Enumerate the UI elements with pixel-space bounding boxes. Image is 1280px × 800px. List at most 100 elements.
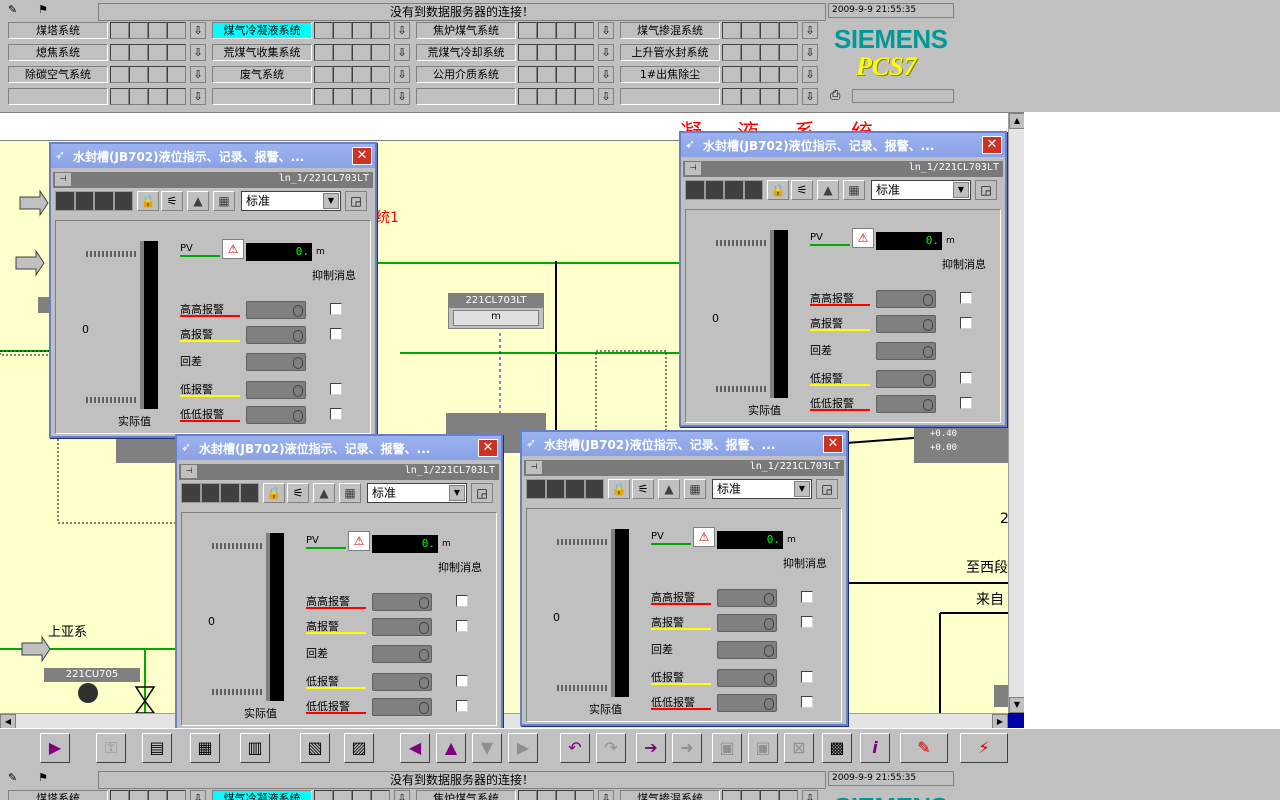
- area-button[interactable]: 煤塔系统 ⇩: [8, 22, 212, 39]
- faceplate-titlebar[interactable]: ➶ 水封槽(JB702)液位指示、记录、报警、... ✕: [522, 432, 846, 456]
- login-icon[interactable]: ✎: [8, 771, 30, 789]
- forward-icon[interactable]: ➜: [672, 733, 702, 763]
- area-button[interactable]: 煤气掺混系统 ⇩: [620, 22, 824, 39]
- acknowledge-icon[interactable]: ▲: [313, 483, 335, 503]
- area-label[interactable]: 煤塔系统: [8, 790, 108, 800]
- key-icon[interactable]: ⚿: [96, 733, 126, 763]
- tag-221CU705[interactable]: 221CU705: [44, 668, 140, 682]
- area-label[interactable]: 煤气掺混系统: [620, 22, 720, 39]
- scroll-up-button[interactable]: ▲: [1009, 113, 1024, 129]
- pin-icon[interactable]: ⊣: [55, 173, 71, 186]
- limit-value-field[interactable]: [372, 698, 432, 716]
- info-icon[interactable]: i: [860, 733, 890, 763]
- limit-value-field[interactable]: [717, 641, 777, 659]
- window-1-icon[interactable]: ▣: [712, 733, 742, 763]
- faceplate-titlebar[interactable]: ➶ 水封槽(JB702)液位指示、记录、报警、... ✕: [681, 133, 1005, 157]
- chevron-down-icon[interactable]: ▼: [449, 485, 465, 501]
- area-down-arrow-icon[interactable]: ⇩: [802, 22, 818, 39]
- window-resize-icon[interactable]: ◲: [345, 191, 367, 211]
- limit-value-field[interactable]: [717, 694, 777, 712]
- area-down-arrow-icon[interactable]: ⇩: [394, 790, 410, 800]
- limit-suppress-checkbox[interactable]: [960, 292, 972, 304]
- area-label[interactable]: 煤塔系统: [8, 22, 108, 39]
- area-down-arrow-icon[interactable]: ⇩: [394, 88, 410, 105]
- limit-value-field[interactable]: [372, 645, 432, 663]
- area-button[interactable]: 荒煤气冷却系统 ⇩: [416, 44, 620, 61]
- window-resize-icon[interactable]: ◲: [975, 180, 997, 200]
- faceplate-window[interactable]: ➶ 水封槽(JB702)液位指示、记录、报警、... ✕ ⊣ ln_1/221CL703…: [679, 131, 1007, 427]
- pin-icon[interactable]: ⊣: [181, 465, 197, 478]
- mute-icon[interactable]: ▦: [684, 479, 706, 499]
- area-button[interactable]: 焦炉煤气系统 ⇩: [416, 790, 620, 800]
- limit-value-field[interactable]: [246, 353, 306, 371]
- acknowledge-icon[interactable]: ✎: [900, 733, 948, 763]
- faceplate-window[interactable]: ➶ 水封槽(JB702)液位指示、记录、报警、... ✕ ⊣ ln_1/221CL703…: [175, 434, 503, 730]
- arrow-down-icon[interactable]: ▼: [472, 733, 502, 763]
- area-down-arrow-icon[interactable]: ⇩: [598, 22, 614, 39]
- alarm-icon[interactable]: ⚡: [960, 733, 1008, 763]
- limit-suppress-checkbox[interactable]: [801, 671, 813, 683]
- limit-value-field[interactable]: [876, 342, 936, 360]
- store-picture-icon[interactable]: ▧: [300, 733, 330, 763]
- area-button[interactable]: 煤气掺混系统 ⇩: [620, 790, 824, 800]
- arrow-up-icon[interactable]: ▲: [436, 733, 466, 763]
- view-mode-select[interactable]: 标准 ▼: [712, 479, 812, 499]
- area-label[interactable]: 1#出焦除尘: [620, 66, 720, 83]
- acknowledge-icon[interactable]: ▲: [817, 180, 839, 200]
- play-icon[interactable]: ▶: [40, 733, 70, 763]
- area-label[interactable]: 焦炉煤气系统: [416, 790, 516, 800]
- area-button[interactable]: 焦炉煤气系统 ⇩: [416, 22, 620, 39]
- arrow-left-icon[interactable]: ◀: [400, 733, 430, 763]
- area-label[interactable]: 荒煤气冷却系统: [416, 44, 516, 61]
- faceplate-titlebar[interactable]: ➶ 水封槽(JB702)液位指示、记录、报警、... ✕: [177, 436, 501, 460]
- area-label[interactable]: 上升管水封系统: [620, 44, 720, 61]
- close-icon[interactable]: ✕: [823, 435, 843, 453]
- area-button[interactable]: 煤气冷凝液系统 ⇩: [212, 790, 416, 800]
- limit-suppress-checkbox[interactable]: [330, 408, 342, 420]
- limit-value-field[interactable]: [717, 614, 777, 632]
- login-icon[interactable]: ✎: [8, 3, 30, 21]
- next-picture-icon[interactable]: ➔: [636, 733, 666, 763]
- area-label[interactable]: 荒煤气收集系统: [212, 44, 312, 61]
- area-button[interactable]: 煤塔系统 ⇩: [8, 790, 212, 800]
- area-button[interactable]: 除碳空气系统 ⇩: [8, 66, 212, 83]
- lock-icon[interactable]: 🔒: [767, 180, 789, 200]
- picture-tree-icon[interactable]: ▤: [142, 733, 172, 763]
- acknowledge-icon[interactable]: ▲: [187, 191, 209, 211]
- area-down-arrow-icon[interactable]: ⇩: [394, 22, 410, 39]
- area-button[interactable]: 上升管水封系统 ⇩: [620, 44, 824, 61]
- alarm-bell-icon[interactable]: ⚠: [693, 527, 715, 547]
- view-mode-select[interactable]: 标准 ▼: [367, 483, 467, 503]
- arrow-right-icon[interactable]: ▶: [508, 733, 538, 763]
- limit-value-field[interactable]: [372, 618, 432, 636]
- area-button[interactable]: 废气系统 ⇩: [212, 66, 416, 83]
- limit-suppress-checkbox[interactable]: [456, 595, 468, 607]
- area-down-arrow-icon[interactable]: ⇩: [190, 44, 206, 61]
- area-down-arrow-icon[interactable]: ⇩: [598, 790, 614, 800]
- exit-icon[interactable]: ⚑: [38, 3, 60, 21]
- area-button[interactable]: 熄焦系统 ⇩: [8, 44, 212, 61]
- limit-suppress-checkbox[interactable]: [330, 383, 342, 395]
- area-down-arrow-icon[interactable]: ⇩: [394, 66, 410, 83]
- scroll-down-button[interactable]: ▼: [1009, 697, 1024, 713]
- mini-tag-221CL703LT[interactable]: 221CL703LT m: [448, 293, 544, 329]
- pin-icon[interactable]: ⊣: [526, 461, 542, 474]
- limit-suppress-checkbox[interactable]: [801, 591, 813, 603]
- limit-value-field[interactable]: [876, 370, 936, 388]
- lock-icon[interactable]: 🔒: [263, 483, 285, 503]
- limit-suppress-checkbox[interactable]: [456, 700, 468, 712]
- area-button[interactable]: 荒煤气收集系统 ⇩: [212, 44, 416, 61]
- close-all-icon[interactable]: ⊠: [784, 733, 814, 763]
- area-down-arrow-icon[interactable]: ⇩: [802, 66, 818, 83]
- trend-icon[interactable]: ▥: [240, 733, 270, 763]
- limit-value-field[interactable]: [372, 593, 432, 611]
- limit-suppress-checkbox[interactable]: [330, 328, 342, 340]
- trend-icon[interactable]: ⚟: [287, 483, 309, 503]
- area-label[interactable]: [8, 88, 108, 105]
- area-label[interactable]: 焦炉煤气系统: [416, 22, 516, 39]
- printer-icon[interactable]: ⎙: [830, 88, 848, 104]
- area-label[interactable]: 废气系统: [212, 66, 312, 83]
- limit-value-field[interactable]: [246, 406, 306, 424]
- alarm-bell-icon[interactable]: ⚠: [222, 239, 244, 259]
- chevron-down-icon[interactable]: ▼: [794, 481, 810, 497]
